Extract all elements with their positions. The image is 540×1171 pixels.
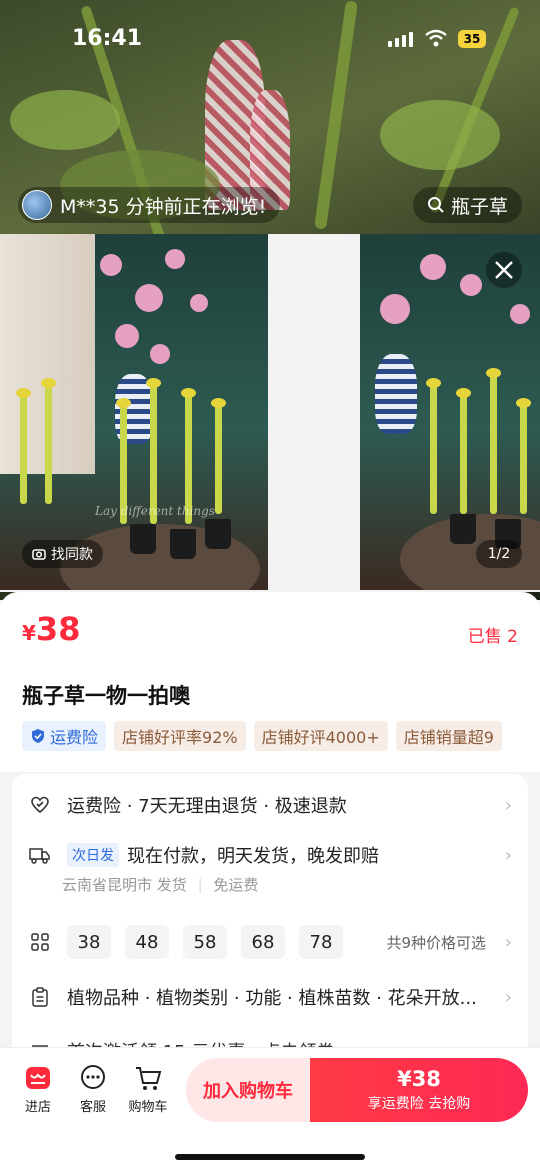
cart-label: 购物车 [128, 1100, 168, 1115]
cart-icon [134, 1064, 162, 1092]
product-header: ¥38 已售 2 瓶子草一物一拍噢 运费险 店铺好评率92% 店铺好评4000+… [0, 592, 540, 772]
camera-search-icon [32, 549, 46, 560]
cart-button[interactable]: 购物车 [122, 1064, 174, 1115]
signal-icon [388, 32, 413, 47]
product-photo[interactable] [0, 234, 268, 590]
store-button[interactable]: 进店 [12, 1064, 64, 1115]
add-to-cart-button[interactable]: 加入购物车 [186, 1058, 310, 1122]
price-options-row[interactable]: 38 48 58 68 78 共9种价格可选 › [12, 922, 528, 962]
watermark: Lay different things [95, 504, 215, 518]
next-day-badge: 次日发 [67, 843, 119, 867]
tag-shop-reviews[interactable]: 店铺好评4000+ [253, 721, 388, 751]
search-chip-label: 瓶子草 [450, 195, 508, 218]
clipboard-icon [29, 986, 51, 1008]
find-similar-button[interactable]: 找同款 [22, 540, 103, 568]
price-option[interactable]: 38 [67, 925, 111, 959]
image-pager: 1/2 [476, 540, 522, 568]
close-icon [495, 261, 513, 279]
store-label: 进店 [24, 1100, 51, 1115]
service-label: 客服 [79, 1100, 106, 1115]
home-indicator [175, 1154, 365, 1160]
chevron-right-icon: › [504, 794, 512, 816]
service-text: 运费险 · 7天无理由退货 · 极速退款 [67, 796, 347, 817]
chat-icon [79, 1064, 107, 1092]
product-photo-next[interactable] [360, 234, 540, 590]
status-bar: 16:41 35 [0, 26, 540, 56]
status-time: 16:41 [72, 26, 143, 51]
shipping-sub: 云南省昆明市 发货 | 免运费 [62, 876, 259, 894]
sold-count: 已售 2 [467, 627, 518, 647]
wifi-icon [425, 29, 447, 47]
find-similar-label: 找同款 [51, 547, 93, 563]
grid-icon [29, 931, 51, 953]
price-option[interactable]: 78 [299, 925, 343, 959]
chevron-right-icon: › [504, 931, 512, 953]
search-icon [427, 197, 444, 213]
tag-shop-rating[interactable]: 店铺好评率92% [114, 721, 246, 751]
price-option-count: 共9种价格可选 [386, 933, 486, 952]
tag-label: 运费险 [50, 728, 99, 747]
close-button[interactable] [486, 252, 522, 288]
price-option-list: 38 48 58 68 78 [67, 925, 343, 959]
tag-shipping-insurance[interactable]: 运费险 [22, 721, 107, 751]
shipping-row[interactable]: 次日发 现在付款，明天发货，晚发即赔 › [12, 838, 528, 872]
shipping-text: 现在付款，明天发货，晚发即赔 [127, 846, 379, 867]
image-gallery[interactable]: Lay different things [0, 234, 540, 592]
price-symbol: ¥ [22, 621, 36, 645]
price-value: 38 [35, 610, 81, 648]
attributes-text: 植物品种 · 植物类别 · 功能 · 植株苗数 · 花朵开放... [67, 988, 477, 1009]
purchase-actions: 加入购物车 ¥38 享运费险 去抢购 [186, 1058, 528, 1122]
buy-subtitle: 享运费险 去抢购 [367, 1096, 471, 1112]
service-row[interactable]: 运费险 · 7天无理由退货 · 极速退款 › [12, 790, 528, 820]
price-option[interactable]: 68 [241, 925, 285, 959]
recent-viewer-banner: M**35 分钟前正在浏览! [18, 187, 281, 223]
customer-service-button[interactable]: 客服 [67, 1064, 119, 1115]
ship-fee: 免运费 [213, 876, 259, 894]
tag-shop-sales[interactable]: 店铺销量超9 [395, 721, 502, 751]
buy-now-button[interactable]: ¥38 享运费险 去抢购 [310, 1058, 528, 1122]
attributes-row[interactable]: 植物品种 · 植物类别 · 功能 · 植株苗数 · 花朵开放... › [12, 982, 528, 1012]
store-icon [24, 1064, 52, 1092]
chevron-right-icon: › [504, 844, 512, 866]
price-option[interactable]: 48 [125, 925, 169, 959]
shield-check-icon [32, 729, 44, 743]
detail-card: 运费险 · 7天无理由退货 · 极速退款 › 次日发 现在付款，明天发货，晚发即… [12, 774, 528, 1094]
bottom-action-bar: 进店 客服 购物车 加入购物车 ¥38 享运费险 去抢购 [0, 1047, 540, 1171]
battery-icon: 35 [458, 30, 486, 48]
product-tags: 运费险 店铺好评率92% 店铺好评4000+ 店铺销量超9 [22, 721, 540, 751]
truck-icon [29, 844, 51, 866]
product-price: ¥38 [22, 610, 80, 648]
price-option[interactable]: 58 [183, 925, 227, 959]
recent-viewer-text: M**35 分钟前正在浏览! [60, 195, 267, 218]
search-chip[interactable]: 瓶子草 [412, 187, 522, 223]
ship-from: 云南省昆明市 发货 [62, 876, 187, 894]
heart-shield-icon [29, 794, 51, 816]
buy-price: ¥38 [397, 1067, 441, 1091]
product-title: 瓶子草一物一拍噢 [22, 684, 190, 708]
chevron-right-icon: › [504, 986, 512, 1008]
avatar [22, 190, 52, 220]
